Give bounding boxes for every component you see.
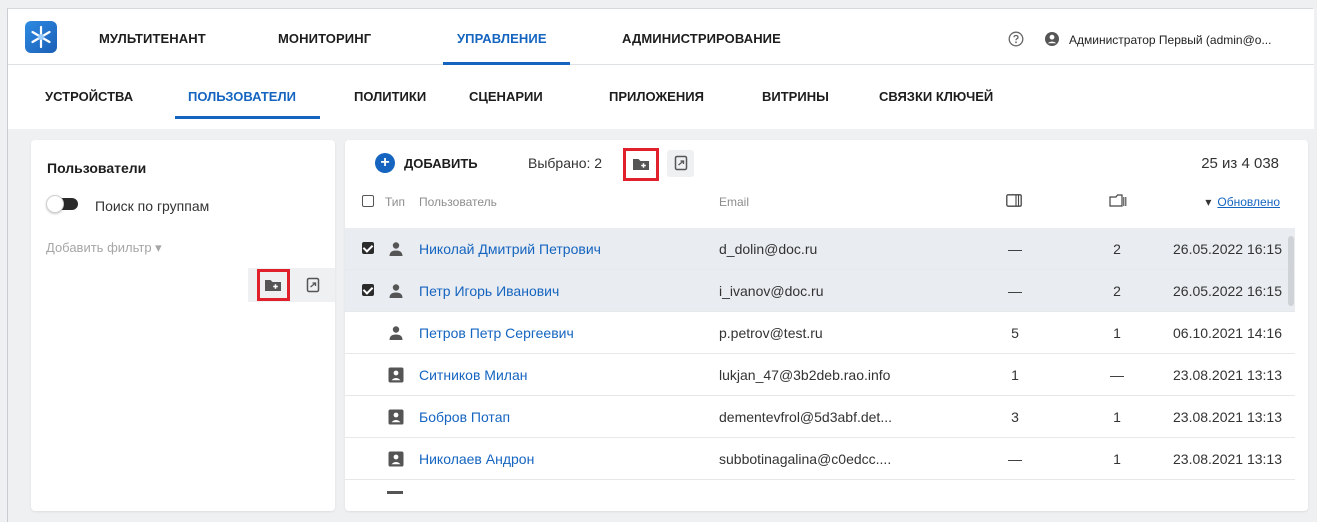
groups-count: 1 [1113,451,1121,467]
groups-column-icon[interactable] [1109,194,1127,212]
row-checkbox[interactable] [362,326,374,338]
groups-count: 2 [1113,283,1121,299]
sort-desc-icon: ▾ [1205,195,1212,209]
add-to-group-icon[interactable] [264,277,282,298]
user-name[interactable]: Администратор Первый (admin@o... [1069,33,1271,47]
user-email: p.petrov@test.ru [719,325,823,341]
contact-card-icon [387,366,405,384]
user-name-link[interactable]: Николай Дмитрий Петрович [419,241,601,257]
user-name-link[interactable]: Петров Петр Сергеевич [419,325,574,341]
column-header-type[interactable]: Тип [385,195,405,209]
tab-active-indicator [175,116,320,119]
devices-column-icon[interactable] [1006,194,1022,212]
tab-devices[interactable]: УСТРОЙСТВА [45,89,133,104]
devices-count: 5 [1011,325,1019,341]
filter-panel: Пользователи Поиск по группам Добавить ф… [31,140,335,511]
devices-count: 3 [1011,409,1019,425]
add-filter-dropdown[interactable]: Добавить фильтр ▾ [46,240,162,256]
row-checkbox[interactable] [362,368,374,380]
export-icon [674,155,688,176]
user-icon [387,282,405,300]
nav-monitoring[interactable]: МОНИТОРИНГ [278,31,371,46]
user-account-icon[interactable] [1044,31,1060,47]
results-count: 25 из 4 038 [1201,155,1279,172]
user-name-link[interactable]: Бобров Потап [419,409,510,425]
nav-management[interactable]: УПРАВЛЕНИЕ [457,31,547,46]
plus-icon: + [375,153,395,173]
devices-count: — [1008,451,1022,467]
user-email: lukjan_47@3b2deb.rao.info [719,367,891,383]
user-email: i_ivanov@doc.ru [719,283,824,299]
updated-date: 23.08.2021 13:13 [1173,367,1282,383]
table-row[interactable]: Ситников Милан lukjan_47@3b2deb.rao.info 1… [345,354,1295,396]
column-header-updated-label: Обновлено [1217,195,1280,209]
groups-count: 1 [1113,325,1121,341]
updated-date: 23.08.2021 13:13 [1173,451,1282,467]
left-actions-strip [248,268,335,302]
select-all-checkbox[interactable] [362,195,374,207]
tab-users[interactable]: ПОЛЬЗОВАТЕЛИ [188,89,296,104]
contact-card-icon [387,450,405,468]
row-checkbox[interactable] [362,242,374,254]
user-icon [387,240,405,258]
export-button[interactable] [667,150,694,177]
tab-keychains[interactable]: СВЯЗКИ КЛЮЧЕЙ [879,89,993,104]
export-icon[interactable] [306,277,320,298]
contact-card-icon [387,408,405,426]
devices-count: 1 [1011,367,1019,383]
table-row[interactable]: Николай Дмитрий Петрович d_dolin@doc.ru — 2… [345,228,1295,270]
tab-applications[interactable]: ПРИЛОЖЕНИЯ [609,89,704,104]
user-name-link[interactable]: Николаев Андрон [419,451,534,467]
tab-storefronts[interactable]: ВИТРИНЫ [762,89,829,104]
row-checkbox[interactable] [362,410,374,422]
updated-date: 26.05.2022 16:15 [1173,283,1282,299]
groups-count: — [1110,367,1124,383]
logo-icon[interactable] [25,21,57,53]
column-header-updated[interactable]: ▾ Обновлено [1205,195,1280,209]
groups-count: 1 [1113,409,1121,425]
user-name-link[interactable]: Ситников Милан [419,367,527,383]
filter-panel-title: Пользователи [47,160,147,176]
table-row[interactable]: Николаев Андрон subbotinagalina@c0edcc...… [345,438,1295,480]
devices-count: — [1008,241,1022,257]
top-navigation: МУЛЬТИТЕНАНТ МОНИТОРИНГ УПРАВЛЕНИЕ АДМИН… [8,9,1314,65]
row-checkbox[interactable] [362,452,374,464]
updated-date: 23.08.2021 13:13 [1173,409,1282,425]
group-search-label: Поиск по группам [95,198,210,214]
app-window: МУЛЬТИТЕНАНТ МОНИТОРИНГ УПРАВЛЕНИЕ АДМИН… [7,8,1314,522]
selected-count: Выбрано: 2 [528,155,603,171]
devices-count: — [1008,283,1022,299]
groups-count: 2 [1113,241,1121,257]
table-scrollbar[interactable] [1288,236,1294,306]
table-row[interactable]: Петров Петр Сергеевич p.petrov@test.ru 5 1 0… [345,312,1295,354]
add-to-group-icon[interactable] [632,156,650,177]
nav-multitenant[interactable]: МУЛЬТИТЕНАНТ [99,31,206,46]
user-email: subbotinagalina@c0edcc.... [719,451,892,467]
nav-administration[interactable]: АДМИНИСТРИРОВАНИЕ [622,31,781,46]
table-row[interactable]: Петр Игорь Иванович i_ivanov@doc.ru — 2 26.0… [345,270,1295,312]
help-icon[interactable] [1008,31,1024,47]
tab-scenarios[interactable]: СЦЕНАРИИ [469,89,543,104]
user-email: dementevfrol@5d3abf.det... [719,409,892,425]
updated-date: 06.10.2021 14:16 [1173,325,1282,341]
column-header-user[interactable]: Пользователь [419,195,497,209]
user-email: d_dolin@doc.ru [719,241,818,257]
users-table-panel: + ДОБАВИТЬ Выбрано: 2 25 из 4 038 Тип По… [345,140,1308,511]
sub-navigation: УСТРОЙСТВА ПОЛЬЗОВАТЕЛИ ПОЛИТИКИ СЦЕНАРИ… [8,65,1314,129]
tab-policies[interactable]: ПОЛИТИКИ [354,89,426,104]
user-icon [387,324,405,342]
add-user-button[interactable]: + ДОБАВИТЬ [375,152,478,174]
add-user-label: ДОБАВИТЬ [404,155,478,171]
updated-date: 26.05.2022 16:15 [1173,241,1282,257]
group-search-toggle[interactable] [46,195,80,213]
row-checkbox[interactable] [362,284,374,296]
table-row-partial [387,491,403,494]
table-row[interactable]: Бобров Потап dementevfrol@5d3abf.det... 3 1… [345,396,1295,438]
user-name-link[interactable]: Петр Игорь Иванович [419,283,559,299]
column-header-email[interactable]: Email [719,195,749,209]
